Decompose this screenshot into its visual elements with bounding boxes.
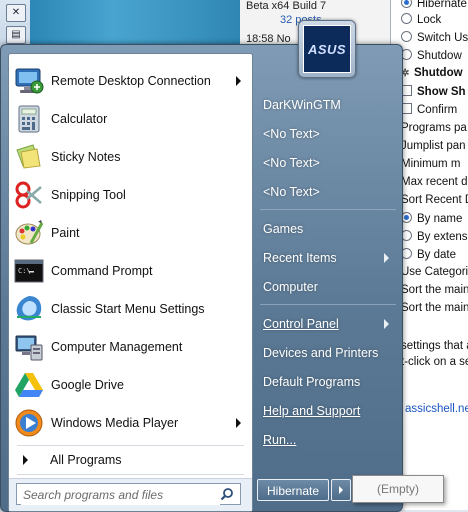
setting-jumplist[interactable]: Jumplist pan [401, 140, 466, 152]
option-by-name[interactable]: By name [401, 212, 462, 225]
no-text-item-1[interactable]: <No Text> [263, 122, 395, 146]
search-area [9, 478, 252, 511]
program-google-drive[interactable]: Google Drive [13, 368, 245, 402]
command-prompt-icon: C:\ [13, 255, 45, 287]
program-label: Windows Media Player [51, 416, 179, 430]
program-classic-start-menu-settings[interactable]: Classic Start Menu Settings [13, 292, 245, 326]
no-text-item-3[interactable]: <No Text> [263, 180, 395, 204]
devices-and-printers-item[interactable]: Devices and Printers [263, 341, 395, 365]
radio-icon[interactable] [401, 0, 412, 8]
program-remote-desktop[interactable]: Remote Desktop Connection [13, 64, 245, 98]
submenu-arrow-icon [384, 319, 389, 329]
sticky-notes-icon [13, 141, 45, 173]
option-shutdown[interactable]: Shutdow [401, 49, 462, 62]
no-text-item-2[interactable]: <No Text> [263, 151, 395, 175]
user-avatar[interactable]: ASUS [298, 20, 356, 78]
start-menu: Remote Desktop Connection Calculator Sti… [0, 44, 403, 512]
run-item[interactable]: Run... [263, 428, 395, 452]
radio-icon[interactable] [401, 13, 412, 24]
remote-desktop-icon [13, 65, 45, 97]
google-drive-icon [13, 369, 45, 401]
program-label: Calculator [51, 112, 108, 126]
option-show[interactable]: Show Sh [401, 85, 466, 98]
setting-use-categories[interactable]: Use Categori [401, 266, 468, 278]
default-programs-item[interactable]: Default Programs [263, 370, 395, 394]
program-label: Classic Start Menu Settings [51, 302, 205, 316]
program-label: Google Drive [51, 378, 124, 392]
classic-shell-icon [13, 293, 45, 325]
recent-items-item[interactable]: Recent Items [263, 246, 395, 270]
setting-sort-main-2[interactable]: Sort the main [401, 302, 468, 314]
setting-minimum[interactable]: Minimum m [401, 158, 460, 170]
all-programs-button[interactable]: All Programs [13, 449, 245, 471]
background-banner [30, 0, 240, 48]
setting-max-recent[interactable]: Max recent d [401, 176, 467, 188]
submenu-arrow-icon [236, 76, 241, 86]
divider [17, 445, 244, 446]
post-title[interactable]: Beta x64 Build 7 [246, 0, 326, 12]
program-command-prompt[interactable]: C:\ Command Prompt [13, 254, 245, 288]
settings-hint-2: t-click on a se [401, 356, 468, 368]
program-label: Snipping Tool [51, 188, 126, 202]
svg-text:C:\: C:\ [18, 267, 31, 275]
shutdown-options-arrow-icon[interactable] [331, 479, 351, 501]
programs-pane: Remote Desktop Connection Calculator Sti… [8, 53, 253, 512]
search-input[interactable] [21, 485, 220, 505]
option-shutdown-bold[interactable]: ✲ Shutdow [401, 67, 463, 79]
program-computer-management[interactable]: Computer Management [13, 330, 245, 364]
submenu-arrow-icon [384, 253, 389, 263]
avatar-image: ASUS [303, 25, 351, 73]
option-hibernate[interactable]: Hibernate [401, 0, 467, 10]
option-by-date[interactable]: By date [401, 248, 456, 261]
submenu-arrow-icon [236, 418, 241, 428]
radio-icon[interactable] [401, 31, 412, 42]
settings-hint-1: settings that a [401, 340, 468, 352]
option-lock[interactable]: Lock [401, 13, 441, 26]
snipping-tool-icon [13, 179, 45, 211]
search-icon[interactable] [220, 487, 234, 501]
computer-item[interactable]: Computer [263, 275, 395, 299]
program-paint[interactable]: Paint [13, 216, 245, 250]
divider [260, 304, 396, 305]
program-sticky-notes[interactable]: Sticky Notes [13, 140, 245, 174]
empty-submenu-popup: (Empty) [352, 475, 444, 503]
program-label: Computer Management [51, 340, 183, 354]
program-windows-media-player[interactable]: Windows Media Player [13, 406, 245, 440]
user-name-item[interactable]: DarKWinGTM [263, 93, 395, 117]
all-programs-label: All Programs [50, 453, 122, 467]
calculator-icon [13, 103, 45, 135]
classicshell-link[interactable]: assicshell.net [405, 403, 468, 415]
program-label: Sticky Notes [51, 150, 121, 164]
paint-icon [13, 217, 45, 249]
divider [260, 209, 396, 210]
games-item[interactable]: Games [263, 217, 395, 241]
option-confirm[interactable]: Confirm [401, 103, 457, 116]
program-snipping-tool[interactable]: Snipping Tool [13, 178, 245, 212]
avatar-logo: ASUS [307, 41, 347, 57]
divider [17, 474, 244, 475]
setting-sort-recent[interactable]: Sort Recent D [401, 194, 468, 206]
option-switch-user[interactable]: Switch Us [401, 31, 468, 44]
program-label: Remote Desktop Connection [51, 74, 211, 88]
program-label: Paint [51, 226, 80, 240]
media-player-icon [13, 407, 45, 439]
control-panel-item[interactable]: Control Panel [263, 312, 395, 336]
program-calculator[interactable]: Calculator [13, 102, 245, 136]
close-icon[interactable]: ✕ [6, 4, 26, 22]
program-label: Command Prompt [51, 264, 153, 278]
expand-arrow-icon [23, 455, 28, 465]
window-icon[interactable]: ▤ [6, 26, 26, 44]
setting-sort-main-1[interactable]: Sort the main [401, 284, 468, 296]
search-box[interactable] [16, 483, 241, 505]
computer-management-icon [13, 331, 45, 363]
hibernate-button[interactable]: Hibernate [257, 479, 329, 501]
option-by-extension[interactable]: By extens [401, 230, 468, 243]
background-window: ✕ ▤ [0, 0, 240, 48]
help-and-support-item[interactable]: Help and Support [263, 399, 395, 423]
setting-programs[interactable]: Programs pa [401, 122, 467, 134]
